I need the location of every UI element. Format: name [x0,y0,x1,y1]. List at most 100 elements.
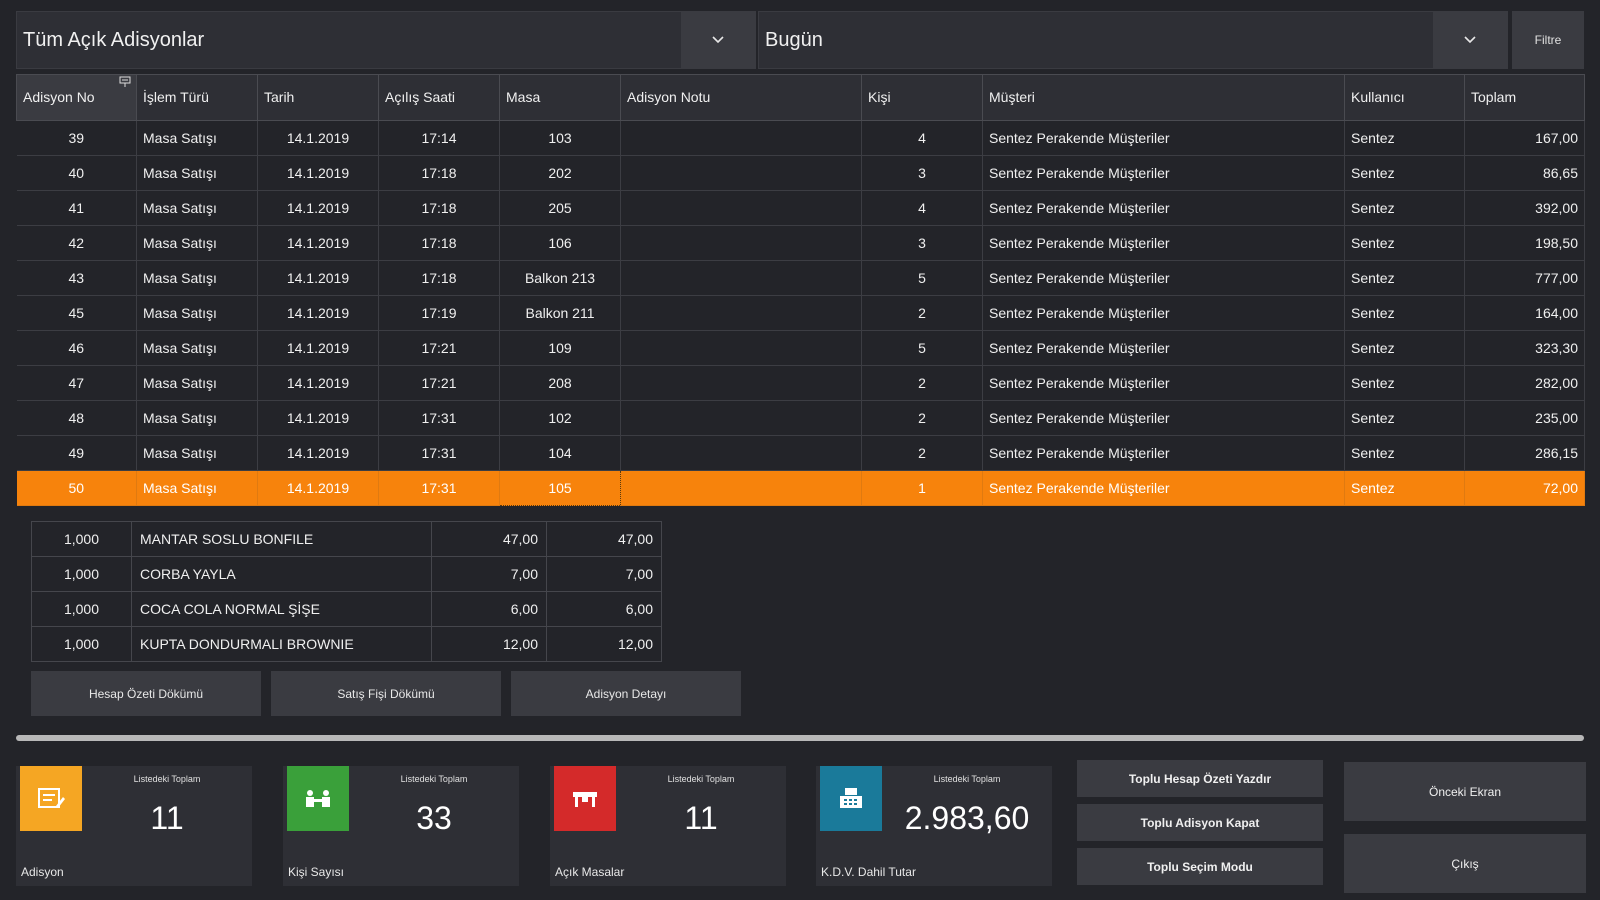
stat-caption: Listedeki Toplam [400,774,468,784]
stat-value: 11 [150,800,184,836]
cell-customer: Sentez Perakende Müşteriler [982,435,1345,471]
column-header-musteri[interactable]: Müşteri [982,74,1345,121]
receipt-icon [20,766,82,831]
cell-no: 47 [16,365,137,401]
column-header-kullanici[interactable]: Kullanıcı [1344,74,1465,121]
detail-cell-qty: 1,000 [31,591,132,627]
cell-user: Sentez [1344,330,1465,366]
column-header-islem-turu[interactable]: İşlem Türü [136,74,258,121]
account-summary-print-button[interactable]: Hesap Özeti Dökümü [31,671,261,716]
cell-table: 105 [499,470,621,506]
column-header-masa[interactable]: Masa [499,74,621,121]
cell-persons: 2 [861,435,983,471]
cell-time: 17:31 [378,435,500,471]
cell-time: 17:31 [378,400,500,436]
cell-date: 14.1.2019 [257,225,379,261]
table-row[interactable]: 48 Masa Satışı 14.1.2019 17:31 102 2 Sentez Pe… [16,400,1585,436]
table-row[interactable]: 42 Masa Satışı 14.1.2019 17:18 106 3 Sentez Pe… [16,225,1585,261]
date-combobox-value: Bugün [765,28,823,51]
cell-type: Masa Satışı [136,190,258,226]
cell-total: 392,00 [1464,190,1585,226]
date-dropdown-button[interactable] [1433,12,1507,68]
table-row[interactable]: 39 Masa Satışı 14.1.2019 17:14 103 4 Sentez Pe… [16,120,1585,156]
stat-label: Açık Masalar [555,865,625,879]
column-header-tarih[interactable]: Tarih [257,74,379,121]
stat-value: 11 [684,800,718,836]
cell-user: Sentez [1344,120,1465,156]
bulk-close-checks-button[interactable]: Toplu Adisyon Kapat [1077,804,1323,841]
cell-table: 208 [499,365,621,401]
cell-customer: Sentez Perakende Müşteriler [982,120,1345,156]
table-row[interactable]: 43 Masa Satışı 14.1.2019 17:18 Balkon 213 5 Se… [16,260,1585,296]
column-header-toplam[interactable]: Toplam [1464,74,1585,121]
cash-register-icon [820,766,882,831]
detail-cell-name: COCA COLA NORMAL ŞİŞE [131,591,432,627]
table-row[interactable]: 50 Masa Satışı 14.1.2019 17:31 105 1 Sentez Pe… [16,470,1585,506]
cell-date: 14.1.2019 [257,400,379,436]
cell-total: 86,65 [1464,155,1585,191]
check-detail-button[interactable]: Adisyon Detayı [511,671,741,716]
detail-cell-price: 47,00 [431,521,547,557]
cell-persons: 2 [861,295,983,331]
table-row[interactable]: 45 Masa Satışı 14.1.2019 17:19 Balkon 211 2 Se… [16,295,1585,331]
table-row[interactable]: 40 Masa Satışı 14.1.2019 17:18 202 3 Sentez Pe… [16,155,1585,191]
cell-date: 14.1.2019 [257,365,379,401]
exit-button[interactable]: Çıkış [1344,834,1586,893]
column-header-label: Adisyon No [23,89,95,105]
scope-dropdown-button[interactable] [681,12,755,68]
table-row[interactable]: 49 Masa Satışı 14.1.2019 17:31 104 2 Sentez Pe… [16,435,1585,471]
cell-note [620,225,862,261]
sales-receipt-print-button[interactable]: Satış Fişi Dökümü [271,671,501,716]
bulk-select-mode-button[interactable]: Toplu Seçim Modu [1077,848,1323,885]
table-row[interactable]: 47 Masa Satışı 14.1.2019 17:21 208 2 Sentez Pe… [16,365,1585,401]
table-row[interactable]: 46 Masa Satışı 14.1.2019 17:21 109 5 Sentez Pe… [16,330,1585,366]
cell-table: 109 [499,330,621,366]
cell-customer: Sentez Perakende Müşteriler [982,470,1345,506]
detail-cell-price: 7,00 [431,556,547,592]
detail-cell-name: MANTAR SOSLU BONFILE [131,521,432,557]
cell-table: 102 [499,400,621,436]
cell-time: 17:14 [378,120,500,156]
bulk-print-summary-button[interactable]: Toplu Hesap Özeti Yazdır [1077,760,1323,797]
cell-type: Masa Satışı [136,470,258,506]
horizontal-scrollbar[interactable] [16,735,1584,741]
filter-button[interactable]: Filtre [1512,11,1584,69]
column-header-adisyon-no[interactable]: Adisyon No [16,74,137,121]
cell-no: 41 [16,190,137,226]
cell-user: Sentez [1344,260,1465,296]
cell-date: 14.1.2019 [257,260,379,296]
cell-user: Sentez [1344,190,1465,226]
column-header-acilis-saati[interactable]: Açılış Saati [378,74,500,121]
cell-table: 104 [499,435,621,471]
stat-card-total-amount: Listedeki Toplam 2.983,60 K.D.V. Dahil T… [816,766,1052,886]
column-chooser-icon[interactable] [119,76,131,88]
date-combobox[interactable]: Bugün [758,11,1508,69]
stat-caption: Listedeki Toplam [933,774,1001,784]
cell-type: Masa Satışı [136,400,258,436]
cell-time: 17:31 [378,470,500,506]
cell-time: 17:18 [378,190,500,226]
column-header-adisyon-notu[interactable]: Adisyon Notu [620,74,862,121]
cell-persons: 2 [861,400,983,436]
cell-no: 43 [16,260,137,296]
previous-screen-button[interactable]: Önceki Ekran [1344,762,1586,821]
check-detail-table: 1,000 MANTAR SOSLU BONFILE 47,00 47,00 1,000… [31,521,662,662]
table-row[interactable]: 41 Masa Satışı 14.1.2019 17:18 205 4 Sentez Pe… [16,190,1585,226]
cell-user: Sentez [1344,155,1465,191]
cell-table: Balkon 213 [499,260,621,296]
cell-persons: 4 [861,120,983,156]
stat-caption: Listedeki Toplam [667,774,735,784]
column-header-kisi[interactable]: Kişi [861,74,983,121]
detail-cell-qty: 1,000 [31,556,132,592]
scope-combobox[interactable]: Tüm Açık Adisyonlar [16,11,756,69]
cell-note [620,400,862,436]
grid-header-row: Adisyon No İşlem Türü Tarih Açılış Saati Mas… [16,74,1585,121]
cell-type: Masa Satışı [136,225,258,261]
cell-customer: Sentez Perakende Müşteriler [982,190,1345,226]
cell-no: 39 [16,120,137,156]
cell-total: 198,50 [1464,225,1585,261]
checks-grid: Adisyon No İşlem Türü Tarih Açılış Saati Mas… [16,74,1585,506]
cell-date: 14.1.2019 [257,295,379,331]
cell-persons: 1 [861,470,983,506]
detail-row: 1,000 MANTAR SOSLU BONFILE 47,00 47,00 [31,521,662,557]
